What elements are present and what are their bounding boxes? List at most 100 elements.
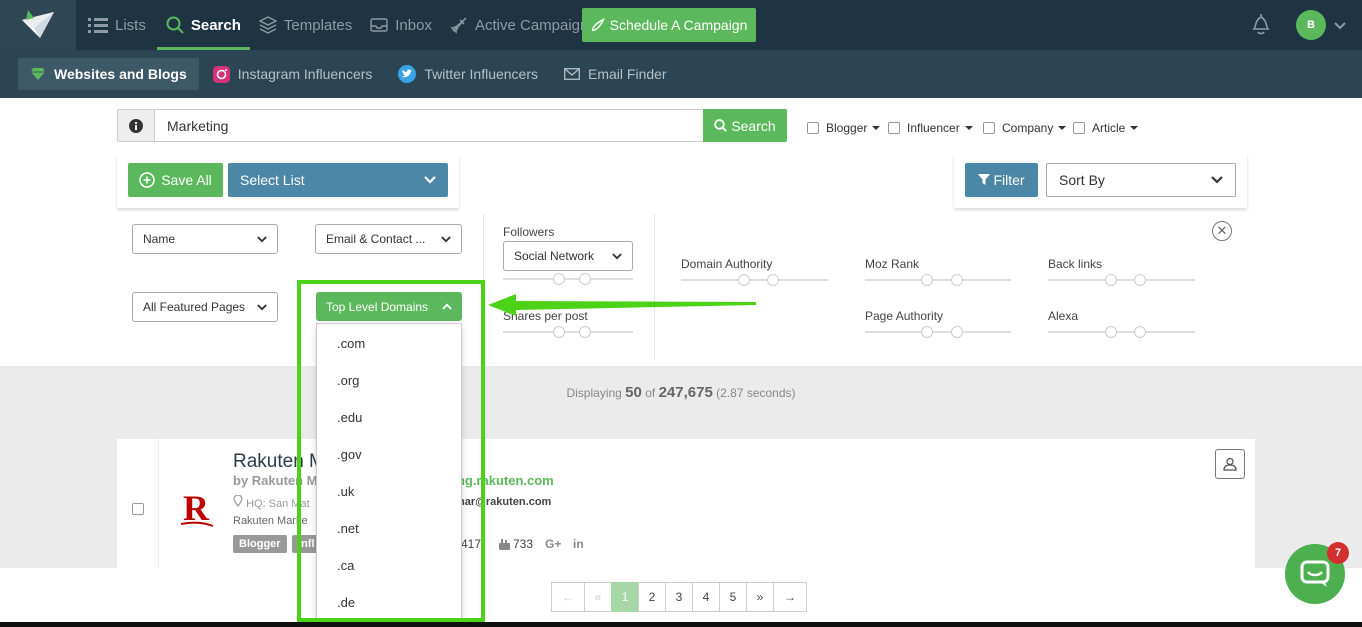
type-influencer-checkbox[interactable]: Influencer (888, 121, 973, 135)
save-all-button[interactable]: Save All (128, 163, 223, 197)
page-3[interactable]: 3 (665, 582, 693, 612)
youtube-icon (499, 538, 510, 550)
slider-handle-min[interactable] (921, 274, 933, 286)
tld-option[interactable]: .ca (317, 547, 461, 584)
page-authority-slider[interactable] (865, 326, 1011, 338)
caret-down-icon[interactable] (1130, 126, 1139, 130)
tld-option[interactable]: .uk (317, 473, 461, 510)
checkbox[interactable] (888, 122, 900, 134)
type-article-checkbox[interactable]: Article (1073, 121, 1139, 135)
search-icon (714, 119, 728, 132)
stat-value: 733 (513, 537, 534, 551)
tld-option[interactable]: .edu (317, 399, 461, 436)
tab-instagram-influencers[interactable]: Instagram Influencers (201, 58, 385, 90)
close-filters-icon[interactable]: ✕ (1212, 221, 1232, 241)
tab-twitter-influencers[interactable]: Twitter Influencers (386, 58, 550, 90)
caret-down-icon[interactable] (964, 126, 973, 130)
result-title[interactable]: Rakuten M (233, 451, 325, 473)
page-1[interactable]: 1 (611, 582, 639, 612)
slider-handle-max[interactable] (951, 326, 963, 338)
top-level-domains-dropdown[interactable]: Top Level Domains (316, 292, 462, 321)
alexa-label: Alexa (1048, 309, 1079, 323)
page-5[interactable]: 5 (719, 582, 747, 612)
slider-handle-max[interactable] (1134, 274, 1146, 286)
name-dropdown[interactable]: Name (132, 224, 278, 254)
search-input[interactable]: Marketing (154, 109, 704, 142)
featured-pages-dropdown[interactable]: All Featured Pages (132, 292, 278, 322)
nav-templates[interactable]: Templates (250, 0, 361, 50)
page-first[interactable]: ← (551, 582, 585, 612)
page-last[interactable]: → (773, 582, 807, 612)
google-plus-icon[interactable]: G+ (545, 537, 561, 551)
result-email[interactable]: mar@rakuten.com (455, 496, 551, 508)
layers-icon (258, 16, 277, 34)
sort-by-dropdown[interactable]: Sort By (1046, 163, 1236, 197)
slider-handle-min[interactable] (553, 326, 565, 338)
tld-option[interactable]: .com (317, 325, 461, 362)
contact-profile-button[interactable] (1215, 449, 1245, 479)
domain-authority-slider[interactable] (681, 274, 828, 286)
page-4[interactable]: 4 (692, 582, 720, 612)
bell-icon[interactable] (1250, 12, 1272, 39)
result-select-checkbox[interactable] (132, 503, 144, 515)
chevron-down-icon[interactable] (1334, 18, 1346, 33)
page-prev[interactable]: « (584, 582, 612, 612)
nav-lists[interactable]: Lists (79, 0, 155, 50)
info-button[interactable] (117, 109, 155, 142)
social-network-dropdown[interactable]: Social Network (503, 241, 633, 271)
page-2[interactable]: 2 (638, 582, 666, 612)
linkedin-icon[interactable]: in (573, 537, 584, 551)
type-blogger-checkbox[interactable]: Blogger (807, 121, 881, 135)
followers-slider[interactable] (503, 273, 633, 285)
featured-pages-label: All Featured Pages (143, 300, 246, 314)
tld-option[interactable]: .gov (317, 436, 461, 473)
checkbox[interactable] (807, 122, 819, 134)
app-logo[interactable] (0, 0, 76, 50)
search-button-label: Search (731, 117, 776, 134)
email-contact-dropdown[interactable]: Email & Contact ... (315, 224, 462, 254)
caret-down-icon[interactable] (1058, 126, 1067, 130)
user-avatar[interactable]: B (1296, 10, 1326, 40)
checkbox[interactable] (1073, 122, 1085, 134)
slider-handle-min[interactable] (921, 326, 933, 338)
nav-search[interactable]: Search (156, 0, 250, 50)
search-button[interactable]: Search (703, 109, 787, 142)
rocket-icon (591, 18, 605, 32)
nav-inbox[interactable]: Inbox (361, 0, 441, 50)
type-article-label: Article (1092, 121, 1126, 135)
tab-email-finder[interactable]: Email Finder (552, 58, 679, 90)
result-hq-text: HQ: San Mat (246, 498, 310, 510)
slider-handle-min[interactable] (1105, 274, 1117, 286)
schedule-campaign-button[interactable]: Schedule A Campaign (582, 8, 756, 42)
back-links-slider[interactable] (1048, 274, 1195, 286)
type-company-checkbox[interactable]: Company (983, 121, 1067, 135)
slider-handle-max[interactable] (1134, 326, 1146, 338)
caret-down-icon[interactable] (872, 126, 881, 130)
slider-handle-min[interactable] (1105, 326, 1117, 338)
page-next[interactable]: » (746, 582, 774, 612)
slider-handle-min[interactable] (553, 273, 565, 285)
slider-handle-min[interactable] (738, 274, 750, 286)
tld-dropdown-menu: .com .org .edu .gov .uk .net .ca .de (316, 323, 462, 620)
slider-handle-max[interactable] (579, 326, 591, 338)
chevron-down-icon (612, 252, 622, 259)
slider-handle-max[interactable] (951, 274, 963, 286)
result-link[interactable]: ting.rakuten.com (449, 473, 554, 488)
slider-handle-max[interactable] (767, 274, 779, 286)
tld-option[interactable]: .de (317, 584, 461, 621)
checkbox[interactable] (983, 122, 995, 134)
tab-websites-and-blogs[interactable]: Websites and Blogs (18, 58, 199, 90)
tld-option[interactable]: .net (317, 510, 461, 547)
filter-button[interactable]: Filter (965, 163, 1038, 197)
filter-label: Filter (993, 172, 1025, 188)
moz-rank-slider[interactable] (865, 274, 1011, 286)
tab-instagram-label: Instagram Influencers (237, 66, 373, 82)
result-stat-youtube: 733 (499, 537, 533, 551)
alexa-slider[interactable] (1048, 326, 1195, 338)
shares-slider[interactable] (503, 326, 633, 338)
nav-active-campaigns[interactable]: Active Campaigns (441, 0, 605, 50)
select-list-dropdown[interactable]: Select List (228, 163, 448, 197)
tld-option[interactable]: .org (317, 362, 461, 399)
instagram-icon (212, 65, 230, 83)
slider-handle-max[interactable] (579, 273, 591, 285)
